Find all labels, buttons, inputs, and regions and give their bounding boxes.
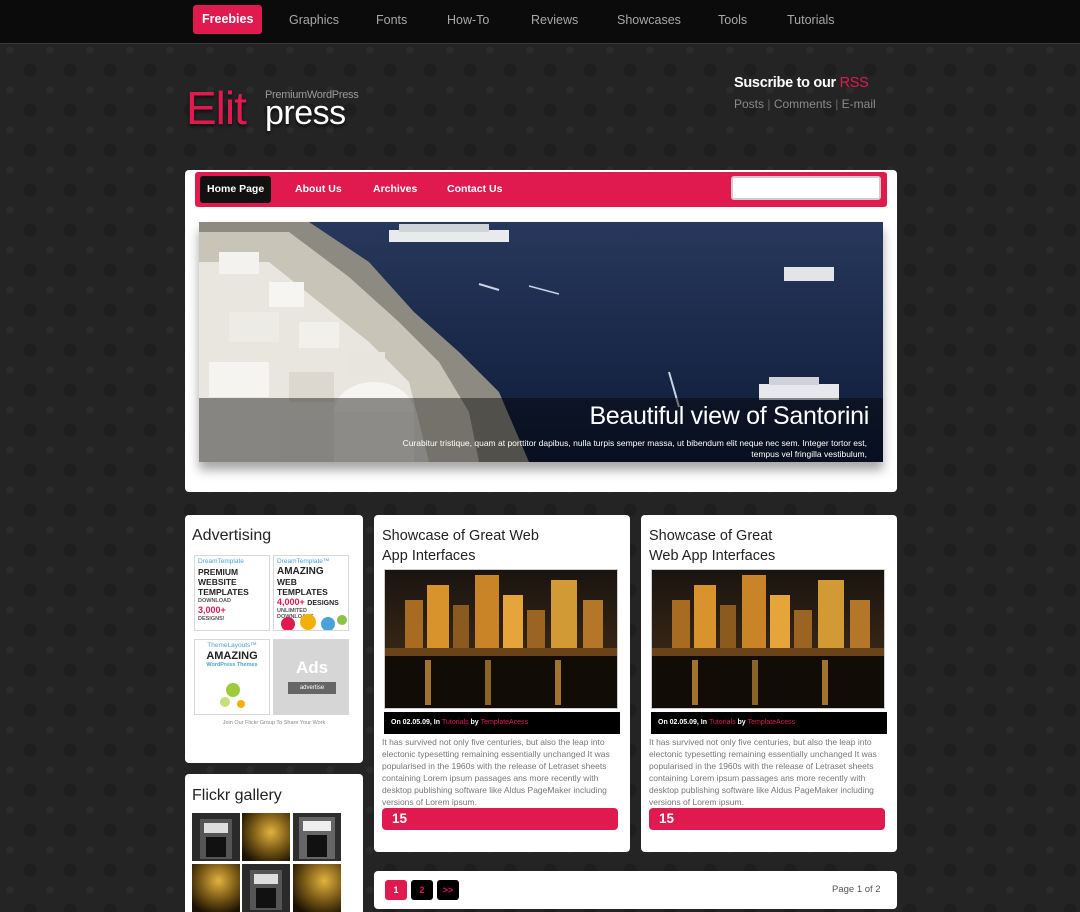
post-image[interactable] (384, 569, 618, 709)
page-status: Page 1 of 2 (832, 884, 881, 895)
flickr-thumb[interactable] (293, 813, 341, 861)
page-1-button[interactable]: 1 (385, 880, 407, 900)
subscribe-label: Suscribe to our (734, 75, 836, 91)
hero-title: Beautiful view of Santorini (589, 402, 869, 430)
page-2-button[interactable]: 2 (411, 880, 433, 900)
ad-accent: 4,000+ DESIGNS (274, 597, 348, 607)
post-title[interactable]: Showcase of Great Web App Interfaces (649, 526, 775, 566)
topnav-freebies[interactable]: Freebies (193, 5, 263, 34)
flickr-group-note[interactable]: Join Our Flickr Group To Share Your Work (186, 720, 362, 726)
city-night-photo (385, 570, 617, 708)
subscribe-title: Suscribe to our RSS (734, 75, 934, 91)
post-meta: On 02.05.09, In Tutorials by TemplateAce… (384, 712, 620, 734)
hero-text: Curabitur tristique, quam at porttitor d… (402, 438, 867, 459)
main-navigation: Home Page About Us Archives Contact Us (195, 172, 887, 207)
post-meta: On 02.05.09, In Tutorials by TemplateAce… (651, 712, 887, 734)
advertise-button[interactable]: advertise (288, 682, 336, 694)
ad-small: WordPress Themes (206, 662, 258, 668)
comment-count[interactable]: 15 (649, 808, 885, 830)
post-title-line: Showcase of Great (649, 528, 773, 544)
ad-line: WEBSITE (198, 577, 237, 587)
ad-brand: ThemeLayouts™ (207, 642, 257, 649)
topnav-graphics[interactable]: Graphics (289, 0, 339, 40)
ad-line: PREMIUM (198, 567, 239, 577)
flickr-title: Flickr gallery (192, 787, 282, 804)
post-by: by (470, 719, 479, 726)
topnav-tutorials[interactable]: Tutorials (787, 0, 834, 40)
ad-graphic (220, 683, 245, 708)
ad-graphic (281, 614, 347, 630)
next-page-button[interactable]: >> (437, 880, 459, 900)
ad-small: DOWNLOAD (198, 598, 231, 604)
ad-banner-amazing-web-templates[interactable]: DreamTemplate™ AMAZING WEB TEMPLATES 4,0… (273, 555, 349, 631)
post-excerpt: It has survived not only five centuries,… (382, 737, 610, 807)
rss-link[interactable]: RSS (840, 75, 869, 91)
city-night-photo (652, 570, 884, 708)
post-title-line: Web App Interfaces (649, 548, 776, 564)
ad-brand: DreamTemplate™ (277, 558, 330, 565)
ad-placeholder[interactable]: Ads advertise (273, 639, 349, 715)
post-author[interactable]: TemplateAcess (748, 719, 795, 726)
separator: | (767, 97, 771, 111)
ad-brand: DreamTemplate (198, 558, 244, 565)
post-image[interactable] (651, 569, 885, 709)
advertising-title: Advertising (192, 527, 272, 544)
separator: | (835, 97, 839, 111)
post-author[interactable]: TemplateAcess (481, 719, 528, 726)
subscribe-links: Posts | Comments | E-mail (734, 97, 934, 111)
post-title-line: App Interfaces (382, 548, 476, 564)
post-excerpt: It has survived not only five centuries,… (649, 737, 877, 807)
subscribe-box: Suscribe to our RSS Posts | Comments | E… (734, 75, 934, 111)
ad-line: WEB TEMPLATES (277, 577, 328, 597)
post-date: On 02.05.09, In (658, 719, 708, 726)
flickr-thumb[interactable] (293, 864, 341, 912)
post-date: On 02.05.09, In (391, 719, 441, 726)
nav-contact-us[interactable]: Contact Us (440, 176, 509, 203)
comment-count[interactable]: 15 (382, 808, 618, 830)
comments-link[interactable]: Comments (774, 97, 832, 111)
ad-accent-number: 4,000+ (277, 597, 305, 607)
ad-banner-premium-templates[interactable]: DreamTemplate PREMIUM WEBSITE TEMPLATES … (194, 555, 270, 631)
logo-elit: Elit (186, 82, 247, 134)
top-navigation: Freebies Graphics Fonts How-To Reviews S… (0, 0, 1080, 44)
post-by: by (737, 719, 746, 726)
topnav-how-to[interactable]: How-To (447, 0, 489, 40)
flickr-thumb[interactable] (242, 813, 290, 861)
topnav-tools[interactable]: Tools (718, 0, 747, 40)
post-title-line: Showcase of Great Web (382, 528, 539, 544)
ads-label: Ads (295, 658, 329, 677)
ad-line: AMAZING (277, 566, 324, 577)
post-title[interactable]: Showcase of Great Web App Interfaces (382, 526, 539, 566)
topnav-fonts[interactable]: Fonts (376, 0, 407, 40)
nav-home-page[interactable]: Home Page (200, 176, 272, 203)
logo-press: press (265, 94, 346, 132)
hero-slider[interactable]: Beautiful view of Santorini Curabitur tr… (199, 222, 883, 462)
search-input[interactable] (731, 176, 881, 200)
email-link[interactable]: E-mail (842, 97, 876, 111)
posts-link[interactable]: Posts (734, 97, 764, 111)
nav-about-us[interactable]: About Us (288, 176, 349, 203)
ad-line: AMAZING (206, 650, 258, 662)
topnav-reviews[interactable]: Reviews (531, 0, 578, 40)
post-category[interactable]: Tutorials (709, 719, 736, 726)
ad-accent: 3,000+ (198, 605, 226, 615)
flickr-thumb[interactable] (192, 864, 240, 912)
flickr-thumb[interactable] (192, 813, 240, 861)
ad-line: TEMPLATES (198, 587, 249, 597)
nav-archives[interactable]: Archives (366, 176, 424, 203)
ad-small: DESIGNS! (198, 616, 225, 622)
topnav-showcases[interactable]: Showcases (617, 0, 681, 40)
ad-banner-themelayouts[interactable]: ThemeLayouts™ AMAZING WordPress Themes (194, 639, 270, 715)
post-category[interactable]: Tutorials (442, 719, 469, 726)
flickr-thumb[interactable] (242, 864, 290, 912)
ad-accent-suffix: DESIGNS (307, 600, 339, 607)
